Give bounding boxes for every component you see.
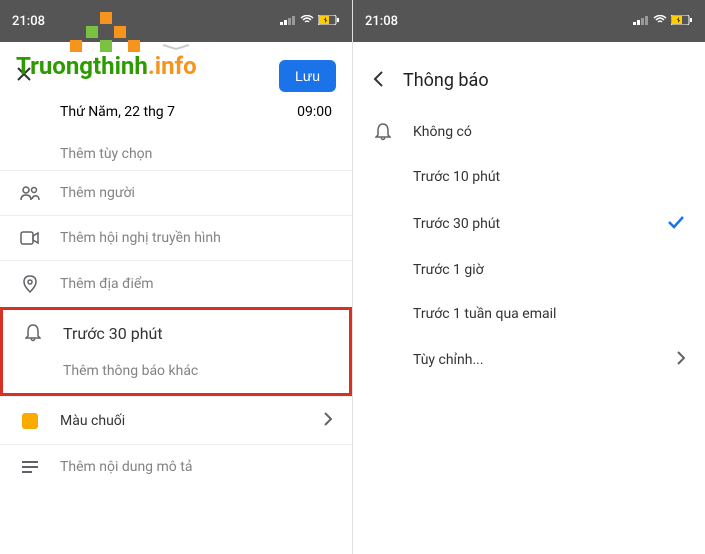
notification-picker-panel: 21:08 Thông báo xyxy=(353,0,705,554)
option-label: Trước 10 phút xyxy=(413,169,500,185)
bell-icon xyxy=(373,123,393,141)
chevron-right-icon xyxy=(324,411,332,430)
save-button[interactable]: Lưu xyxy=(279,60,336,92)
location-icon xyxy=(20,275,40,293)
people-icon xyxy=(20,185,40,201)
close-icon[interactable] xyxy=(16,66,32,87)
wifi-icon xyxy=(300,14,314,29)
notification-option-10min[interactable]: Trước 10 phút xyxy=(353,155,705,199)
event-time: 09:00 xyxy=(297,104,332,120)
signal-icon xyxy=(280,14,296,29)
option-label: Trước 1 giờ xyxy=(413,262,484,278)
color-swatch-icon xyxy=(20,413,40,429)
notification-highlight-box: Trước 30 phút Thêm thông báo khác xyxy=(0,307,352,396)
wifi-icon xyxy=(653,14,667,29)
add-notification-label: Thêm thông báo khác xyxy=(63,351,329,379)
more-options-label: Thêm tùy chọn xyxy=(60,128,152,162)
notification-header: Thông báo xyxy=(353,52,705,109)
add-video-label: Thêm hội nghị truyền hình xyxy=(60,230,221,246)
add-people-label: Thêm người xyxy=(60,185,135,201)
notification-option-1week[interactable]: Trước 1 tuần qua email xyxy=(353,292,705,336)
status-time: 21:08 xyxy=(365,14,398,29)
color-label: Màu chuối xyxy=(60,413,304,429)
option-label: Trước 1 tuần qua email xyxy=(413,306,556,322)
signal-icon xyxy=(633,14,649,29)
option-label: Trước 30 phút xyxy=(413,216,500,232)
event-edit-panel: 21:08 Lưu Thứ Năm, 22 thg 7 xyxy=(0,0,353,554)
status-bar: 21:08 xyxy=(353,0,705,42)
notification-option-custom[interactable]: Tùy chỉnh... xyxy=(353,336,705,383)
add-location-label: Thêm địa điểm xyxy=(60,276,154,292)
option-label: Không có xyxy=(413,124,472,140)
edit-header: Lưu xyxy=(0,52,352,104)
more-options-row[interactable]: Thêm tùy chọn xyxy=(0,128,352,170)
notification-option-30min[interactable]: Trước 30 phút xyxy=(353,199,705,248)
bell-icon xyxy=(23,324,43,342)
sheet-handle[interactable] xyxy=(0,42,352,52)
notification-value: Trước 30 phút xyxy=(63,324,329,343)
date-time-row[interactable]: Thứ Năm, 22 thg 7 09:00 xyxy=(0,104,352,128)
add-people-row[interactable]: Thêm người xyxy=(0,170,352,215)
back-icon[interactable] xyxy=(373,71,383,91)
status-bar: 21:08 xyxy=(0,0,352,42)
notification-row[interactable]: Trước 30 phút Thêm thông báo khác xyxy=(3,310,349,393)
add-video-row[interactable]: Thêm hội nghị truyền hình xyxy=(0,215,352,260)
option-label: Tùy chỉnh... xyxy=(413,352,484,368)
video-icon xyxy=(20,231,40,245)
notification-title: Thông báo xyxy=(403,70,489,91)
event-date: Thứ Năm, 22 thg 7 xyxy=(60,104,175,120)
add-description-label: Thêm nội dung mô tả xyxy=(60,459,192,475)
check-icon xyxy=(667,213,685,234)
color-row[interactable]: Màu chuối xyxy=(0,396,352,444)
add-location-row[interactable]: Thêm địa điểm xyxy=(0,260,352,307)
notification-option-none[interactable]: Không có xyxy=(353,109,705,155)
chevron-right-icon xyxy=(677,350,685,369)
status-time: 21:08 xyxy=(12,14,45,29)
notification-option-1hour[interactable]: Trước 1 giờ xyxy=(353,248,705,292)
add-description-row[interactable]: Thêm nội dung mô tả xyxy=(0,444,352,489)
description-icon xyxy=(20,461,40,473)
battery-icon xyxy=(671,14,693,29)
battery-icon xyxy=(318,14,340,29)
